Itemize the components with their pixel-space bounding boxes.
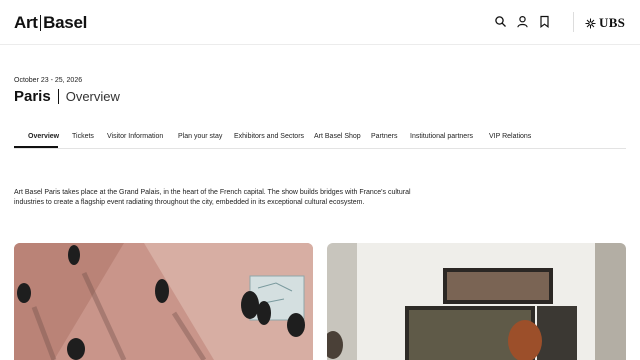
active-tab-indicator (14, 146, 58, 148)
logo-divider (39, 15, 42, 31)
ubs-wordmark: UBS (599, 15, 626, 30)
section-name: Overview (65, 89, 120, 104)
logo-art: Art (14, 13, 38, 32)
bookmark-icon[interactable] (538, 15, 551, 28)
intro-text: Art Basel Paris takes place at the Grand… (14, 189, 411, 206)
tab-exhibitors-and-sectors[interactable]: Exhibitors and Sectors (234, 133, 304, 140)
page-title: Paris Overview (14, 88, 120, 105)
ubs-logo[interactable]: UBS (585, 15, 625, 31)
tab-partners[interactable]: Partners (371, 133, 397, 140)
event-dates: October 23 - 25, 2026 (14, 77, 83, 84)
tab-tickets[interactable]: Tickets (72, 133, 94, 140)
tab-institutional-partners[interactable]: Institutional partners (410, 133, 473, 140)
fair-visitors-image[interactable] (14, 243, 313, 360)
sub-navigation: Overview Tickets Visitor Information Pla… (14, 126, 626, 149)
tab-art-basel-shop[interactable]: Art Basel Shop (314, 133, 361, 140)
logo-basel: Basel (43, 13, 88, 32)
tab-overview[interactable]: Overview (28, 133, 59, 140)
site-header: Art Basel UBS (0, 0, 640, 45)
tab-visitor-information[interactable]: Visitor Information (107, 133, 163, 140)
tab-vip-relations[interactable]: VIP Relations (489, 133, 531, 140)
gallery-booth-image[interactable] (327, 243, 626, 360)
ubs-keys-icon (585, 18, 596, 28)
header-actions (494, 15, 551, 28)
header-divider (573, 12, 574, 32)
search-icon[interactable] (494, 15, 507, 28)
tab-plan-your-stay[interactable]: Plan your stay (178, 133, 222, 140)
event-city: Paris (14, 88, 51, 105)
user-icon[interactable] (516, 15, 529, 28)
art-basel-logo[interactable]: Art Basel (14, 13, 87, 33)
title-divider (57, 89, 59, 104)
